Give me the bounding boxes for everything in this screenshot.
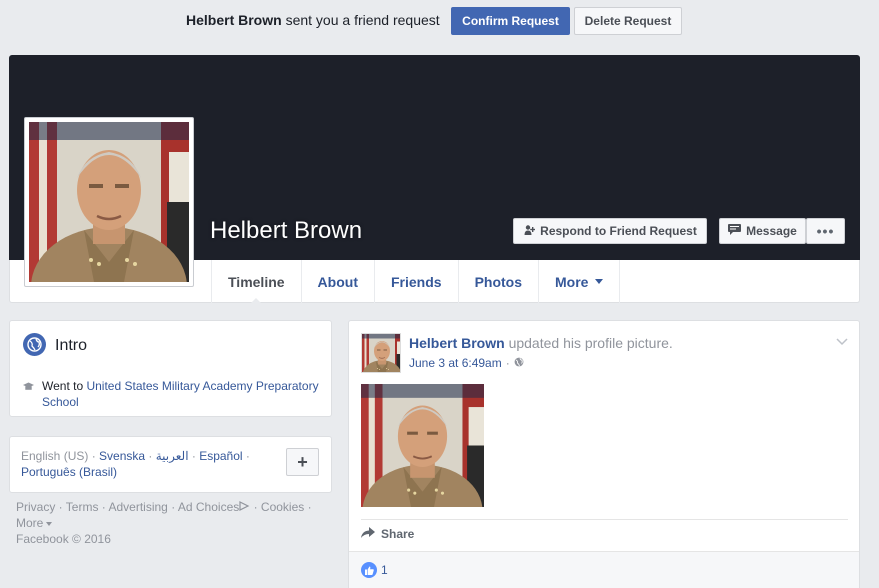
- globe-icon: [23, 333, 46, 356]
- post-author-avatar[interactable]: [361, 333, 401, 373]
- lang-separator: ·: [145, 449, 156, 463]
- message-label: Message: [746, 224, 797, 238]
- graduation-cap-icon: [23, 380, 34, 391]
- tab-photos[interactable]: Photos: [457, 260, 538, 303]
- language-link-arabic[interactable]: العربية: [156, 449, 189, 463]
- lang-separator: ·: [188, 449, 200, 463]
- post-card: Helbert Brown updated his profile pictur…: [348, 320, 860, 588]
- friend-request-bar: Helbert Brown sent you a friend request …: [0, 0, 879, 45]
- delete-request-button[interactable]: Delete Request: [574, 7, 682, 35]
- went-to-text: Went to: [42, 379, 87, 393]
- language-list: English (US) · Svenska · العربية · Españ…: [21, 448, 271, 480]
- respond-label: Respond to Friend Request: [540, 224, 697, 238]
- language-link-espanol[interactable]: Español: [199, 449, 242, 463]
- profile-photo-image: [27, 120, 191, 349]
- post-action-text: updated his profile picture.: [504, 335, 673, 351]
- intro-card: Intro Went to United States Military Aca…: [9, 320, 332, 417]
- language-link-portugues[interactable]: Português (Brasil): [21, 465, 117, 479]
- more-options-button[interactable]: •••: [806, 218, 845, 244]
- tab-about[interactable]: About: [300, 260, 374, 303]
- language-card: English (US) · Svenska · العربية · Españ…: [9, 436, 332, 493]
- profile-tabs: Timeline About Friends Photos More: [211, 260, 621, 304]
- post-author-name[interactable]: Helbert Brown: [409, 335, 505, 351]
- footer-links: Privacy · Terms · Advertising · Ad Choic…: [16, 500, 312, 546]
- chevron-down-icon[interactable]: [836, 335, 848, 349]
- post-reactions-bar: 1: [349, 551, 859, 588]
- footer-link-advertising[interactable]: Advertising: [108, 500, 167, 514]
- avatar-image: [362, 334, 400, 372]
- post-header: Helbert Brown updated his profile pictur…: [409, 335, 673, 351]
- like-count: 1: [381, 563, 388, 577]
- footer-link-ad-choices[interactable]: Ad Choices: [178, 500, 239, 514]
- language-link-svenska[interactable]: Svenska: [99, 449, 145, 463]
- lang-separator: ·: [242, 449, 250, 463]
- friend-request-text: Helbert Brown sent you a friend request: [186, 12, 440, 28]
- ad-choices-icon: [239, 500, 250, 514]
- post-timestamp[interactable]: June 3 at 6:49am: [409, 356, 502, 370]
- like-summary[interactable]: 1: [361, 562, 388, 578]
- post-divider: [361, 519, 848, 520]
- add-friend-icon: [523, 224, 536, 239]
- profile-picture[interactable]: [24, 117, 194, 349]
- tab-friends[interactable]: Friends: [373, 260, 458, 303]
- caret-down-icon: [46, 521, 53, 526]
- footer-link-more[interactable]: More: [16, 516, 53, 530]
- meta-separator: ·: [505, 356, 510, 370]
- lang-separator: ·: [88, 449, 100, 463]
- footer-more-label: More: [16, 516, 44, 530]
- friend-request-suffix: sent you a friend request: [281, 12, 440, 28]
- tab-more-label: More: [555, 273, 589, 290]
- caret-down-icon: [595, 279, 604, 284]
- profile-name[interactable]: Helbert Brown: [210, 217, 362, 245]
- share-button[interactable]: Share: [361, 527, 414, 541]
- footer-link-privacy[interactable]: Privacy: [16, 500, 55, 514]
- tab-timeline[interactable]: Timeline: [211, 260, 301, 304]
- like-thumb-icon: [361, 562, 377, 578]
- message-icon: [728, 224, 742, 238]
- add-language-button[interactable]: +: [286, 448, 319, 476]
- footer-link-cookies[interactable]: Cookies: [261, 500, 304, 514]
- post-meta: June 3 at 6:49am ·: [409, 356, 524, 370]
- message-button[interactable]: Message: [719, 218, 806, 244]
- copyright-text: Facebook © 2016: [16, 532, 111, 546]
- respond-to-friend-request-button[interactable]: Respond to Friend Request: [513, 218, 707, 244]
- public-globe-icon[interactable]: [514, 356, 524, 370]
- post-photo[interactable]: [361, 384, 484, 507]
- intro-title: Intro: [55, 337, 88, 354]
- current-language: English (US): [21, 449, 89, 463]
- intro-education-row: Went to United States Military Academy P…: [23, 378, 323, 410]
- confirm-request-button[interactable]: Confirm Request: [451, 7, 570, 35]
- requester-name[interactable]: Helbert Brown: [186, 12, 282, 28]
- tab-more[interactable]: More: [538, 260, 621, 303]
- post-photo-image: [361, 384, 484, 507]
- footer-link-terms[interactable]: Terms: [66, 500, 99, 514]
- share-label: Share: [381, 527, 415, 541]
- share-arrow-icon: [361, 527, 375, 541]
